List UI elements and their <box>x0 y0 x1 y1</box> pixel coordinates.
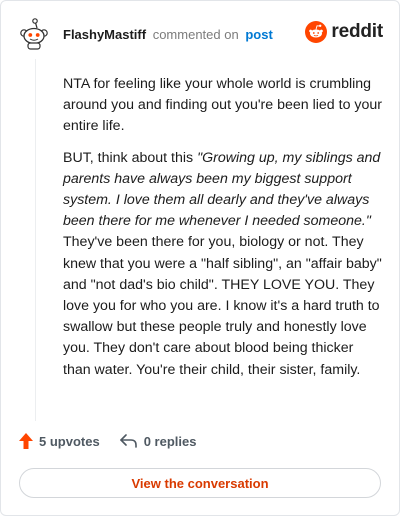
user-avatar[interactable] <box>17 17 51 51</box>
view-conversation-label: View the conversation <box>131 475 269 491</box>
comment-card: FlashyMastiff commented on post reddit N… <box>0 0 400 516</box>
view-conversation-button[interactable]: View the conversation <box>19 468 381 498</box>
username[interactable]: FlashyMastiff <box>63 27 146 42</box>
comment-paragraph-1: NTA for feeling like your whole world is… <box>63 76 383 135</box>
reply-count: 0 replies <box>143 433 197 449</box>
upvote-count: 5 upvotes <box>39 433 100 449</box>
paragraph-2-lead: BUT, think about this <box>63 149 198 166</box>
comment-header: FlashyMastiff commented on post <box>63 27 273 43</box>
paragraph-2-rest: They've been there for you, biology or n… <box>63 234 382 378</box>
snoo-avatar-icon <box>20 18 48 50</box>
comment-paragraph-2: BUT, think about this "Growing up, my si… <box>63 148 383 381</box>
comment-body: NTA for feeling like your whole world is… <box>63 74 383 391</box>
reddit-wordmark: reddit <box>331 21 383 42</box>
comment-footer: 5 upvotes 0 replies <box>19 433 196 449</box>
thread-line <box>35 59 36 421</box>
upvote-arrow-icon <box>19 433 33 449</box>
reply-button[interactable]: 0 replies <box>119 433 197 449</box>
upvote-button[interactable]: 5 upvotes <box>19 433 100 449</box>
reddit-logo-icon <box>305 21 328 43</box>
reddit-brand[interactable]: reddit <box>305 21 383 43</box>
reply-arrow-icon <box>119 434 137 448</box>
post-link[interactable]: post <box>245 27 272 42</box>
action-text: commented on <box>152 27 239 42</box>
